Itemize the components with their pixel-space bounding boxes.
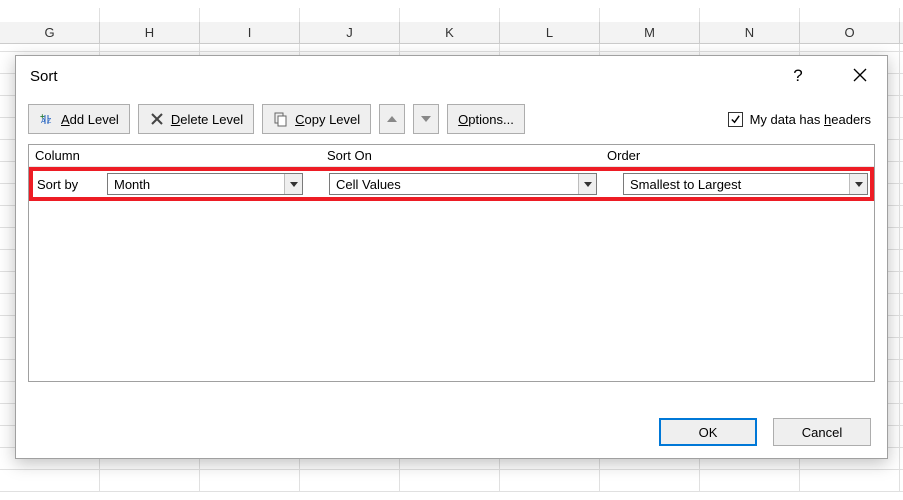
- cancel-button[interactable]: Cancel: [773, 418, 871, 446]
- sheet-column-headers[interactable]: G H I J K L M N O: [0, 22, 903, 44]
- chevron-down-icon: [421, 116, 431, 122]
- dialog-title: Sort: [30, 68, 781, 85]
- add-level-button[interactable]: +AZ Add Level: [28, 104, 130, 134]
- highlighted-sort-row: Sort by Month Cell Values Smallest to La…: [29, 167, 874, 201]
- header-column: Column: [29, 148, 321, 163]
- sort-order-value: Smallest to Largest: [624, 177, 849, 192]
- checkmark-icon: [730, 114, 741, 125]
- headers-label: My data has headers: [750, 112, 871, 127]
- chevron-down-icon: [290, 182, 298, 187]
- ok-button[interactable]: OK: [659, 418, 757, 446]
- col-header[interactable]: M: [600, 22, 700, 43]
- sort-dialog: Sort ? +AZ Add Level Delete Level Copy L…: [15, 55, 888, 459]
- sort-on-dropdown[interactable]: Cell Values: [329, 173, 597, 195]
- copy-level-label: opy Level: [305, 112, 361, 127]
- sort-panel: Column Sort On Order Sort by Month Cell …: [28, 144, 875, 382]
- move-up-button[interactable]: [379, 104, 405, 134]
- grid-header: Column Sort On Order: [29, 145, 874, 167]
- sort-on-value: Cell Values: [330, 177, 578, 192]
- sort-row: Sort by Month Cell Values Smallest to La…: [33, 171, 870, 197]
- close-icon: [853, 68, 867, 82]
- dropdown-button[interactable]: [849, 174, 867, 194]
- header-sorton: Sort On: [321, 148, 601, 163]
- sort-order-dropdown[interactable]: Smallest to Largest: [623, 173, 868, 195]
- dialog-titlebar[interactable]: Sort ?: [16, 56, 887, 96]
- col-header[interactable]: I: [200, 22, 300, 43]
- col-header[interactable]: O: [800, 22, 900, 43]
- sort-column-dropdown[interactable]: Month: [107, 173, 303, 195]
- sort-by-label: Sort by: [35, 177, 101, 192]
- dialog-footer: OK Cancel: [659, 418, 871, 446]
- col-header[interactable]: N: [700, 22, 800, 43]
- col-header[interactable]: H: [100, 22, 200, 43]
- chevron-up-icon: [387, 116, 397, 122]
- headers-checkbox-wrap[interactable]: My data has headers: [728, 112, 875, 127]
- add-level-icon: +AZ: [39, 111, 55, 127]
- chevron-down-icon: [584, 182, 592, 187]
- add-level-label: dd Level: [70, 112, 119, 127]
- options-label: ptions...: [468, 112, 514, 127]
- move-down-button[interactable]: [413, 104, 439, 134]
- help-button[interactable]: ?: [781, 66, 815, 86]
- options-button[interactable]: Options...: [447, 104, 525, 134]
- svg-text:Z: Z: [47, 118, 52, 125]
- toolbar: +AZ Add Level Delete Level Copy Level Op…: [16, 96, 887, 144]
- copy-level-button[interactable]: Copy Level: [262, 104, 371, 134]
- delete-level-label: elete Level: [180, 112, 243, 127]
- headers-checkbox[interactable]: [728, 112, 743, 127]
- chevron-down-icon: [855, 182, 863, 187]
- sort-column-value: Month: [108, 177, 284, 192]
- delete-icon: [149, 111, 165, 127]
- delete-level-button[interactable]: Delete Level: [138, 104, 254, 134]
- dropdown-button[interactable]: [578, 174, 596, 194]
- col-header[interactable]: J: [300, 22, 400, 43]
- col-header[interactable]: L: [500, 22, 600, 43]
- svg-text:A: A: [41, 118, 46, 125]
- col-header[interactable]: G: [0, 22, 100, 43]
- col-header[interactable]: K: [400, 22, 500, 43]
- dropdown-button[interactable]: [284, 174, 302, 194]
- copy-icon: [273, 111, 289, 127]
- header-order: Order: [601, 148, 874, 163]
- close-button[interactable]: [843, 68, 877, 85]
